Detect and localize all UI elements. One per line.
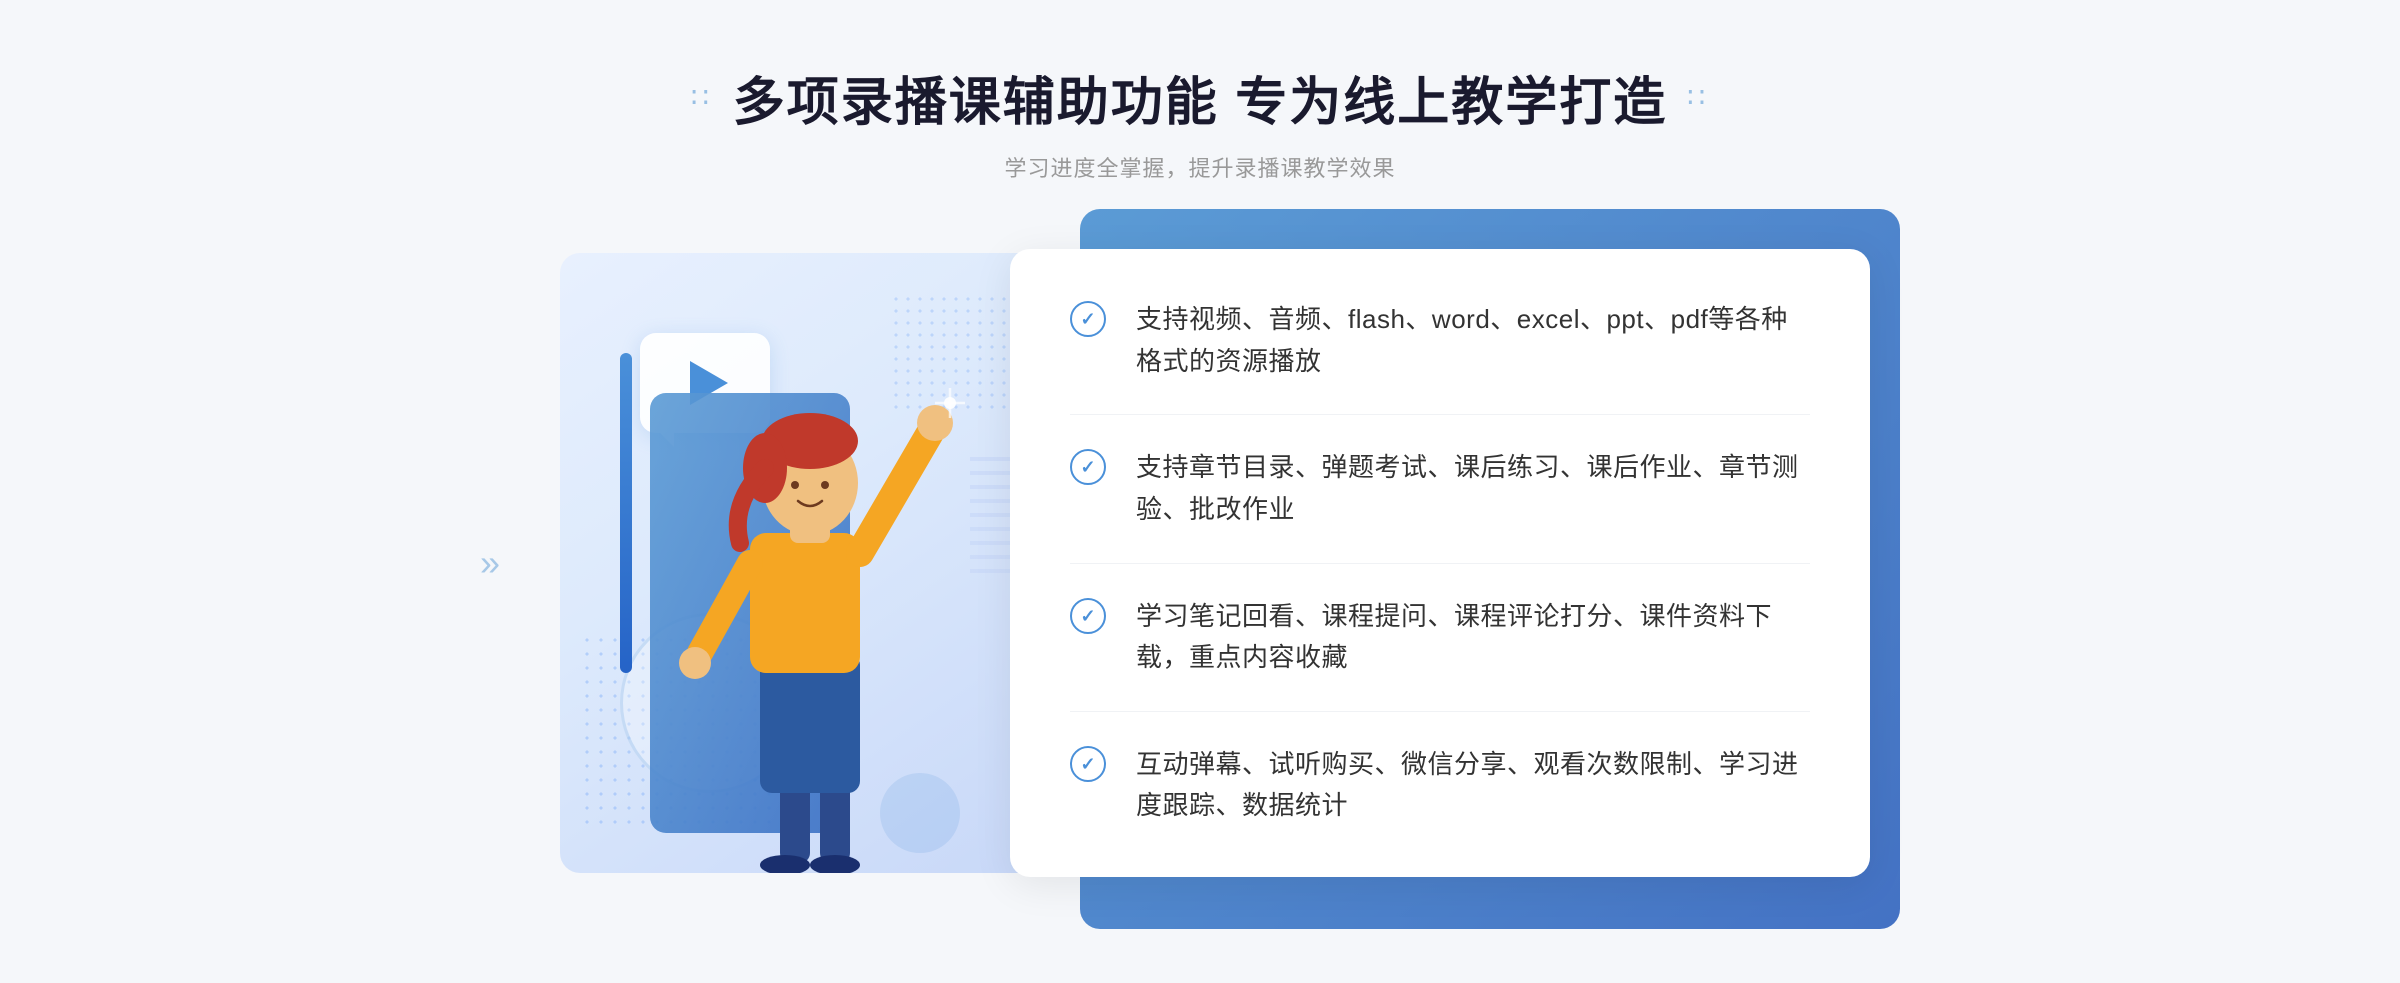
check-mark-3: ✓ [1080,607,1095,625]
feature-item-4: ✓ 互动弹幕、试听购买、微信分享、观看次数限制、学习进度跟踪、数据统计 [1070,712,1810,827]
left-decorative-dots: ∷ [691,81,713,114]
check-icon-4: ✓ [1070,746,1106,782]
header-section: ∷ 多项录播课辅助功能 专为线上教学打造 ∷ 学习进度全掌握，提升录播课教学效果 [691,60,1709,183]
check-mark-2: ✓ [1080,458,1095,476]
feature-item-3: ✓ 学习笔记回看、课程提问、课程评论打分、课件资料下载，重点内容收藏 [1070,564,1810,712]
left-chevron-icon: » [480,542,500,584]
feature-card-wrapper: ✓ 支持视频、音频、flash、word、excel、ppt、pdf等各种格式的… [1010,249,1870,877]
feature-card: ✓ 支持视频、音频、flash、word、excel、ppt、pdf等各种格式的… [1010,249,1870,877]
check-icon-1: ✓ [1070,301,1106,337]
content-wrapper: » [500,223,1900,903]
feature-text-4: 互动弹幕、试听购买、微信分享、观看次数限制、学习进度跟踪、数据统计 [1136,744,1810,827]
feature-text-2: 支持章节目录、弹题考试、课后练习、课后作业、章节测验、批改作业 [1136,447,1810,530]
page-title: 多项录播课辅助功能 专为线上教学打造 [733,60,1667,135]
title-row: ∷ 多项录播课辅助功能 专为线上教学打造 ∷ [691,60,1709,135]
person-illustration [620,293,1000,873]
illustration-background [560,253,1040,873]
feature-item-2: ✓ 支持章节目录、弹题考试、课后练习、课后作业、章节测验、批改作业 [1070,415,1810,563]
page-container: ∷ 多项录播课辅助功能 专为线上教学打造 ∷ 学习进度全掌握，提升录播课教学效果… [0,0,2400,983]
feature-text-3: 学习笔记回看、课程提问、课程评论打分、课件资料下载，重点内容收藏 [1136,596,1810,679]
check-icon-2: ✓ [1070,449,1106,485]
right-decorative-dots: ∷ [1687,81,1709,114]
page-subtitle: 学习进度全掌握，提升录播课教学效果 [691,151,1709,183]
check-icon-3: ✓ [1070,598,1106,634]
check-mark-4: ✓ [1080,755,1095,773]
feature-item-1: ✓ 支持视频、音频、flash、word、excel、ppt、pdf等各种格式的… [1070,299,1810,415]
feature-text-1: 支持视频、音频、flash、word、excel、ppt、pdf等各种格式的资源… [1136,299,1810,382]
check-mark-1: ✓ [1080,310,1095,328]
illustration-container: » [530,223,1070,903]
